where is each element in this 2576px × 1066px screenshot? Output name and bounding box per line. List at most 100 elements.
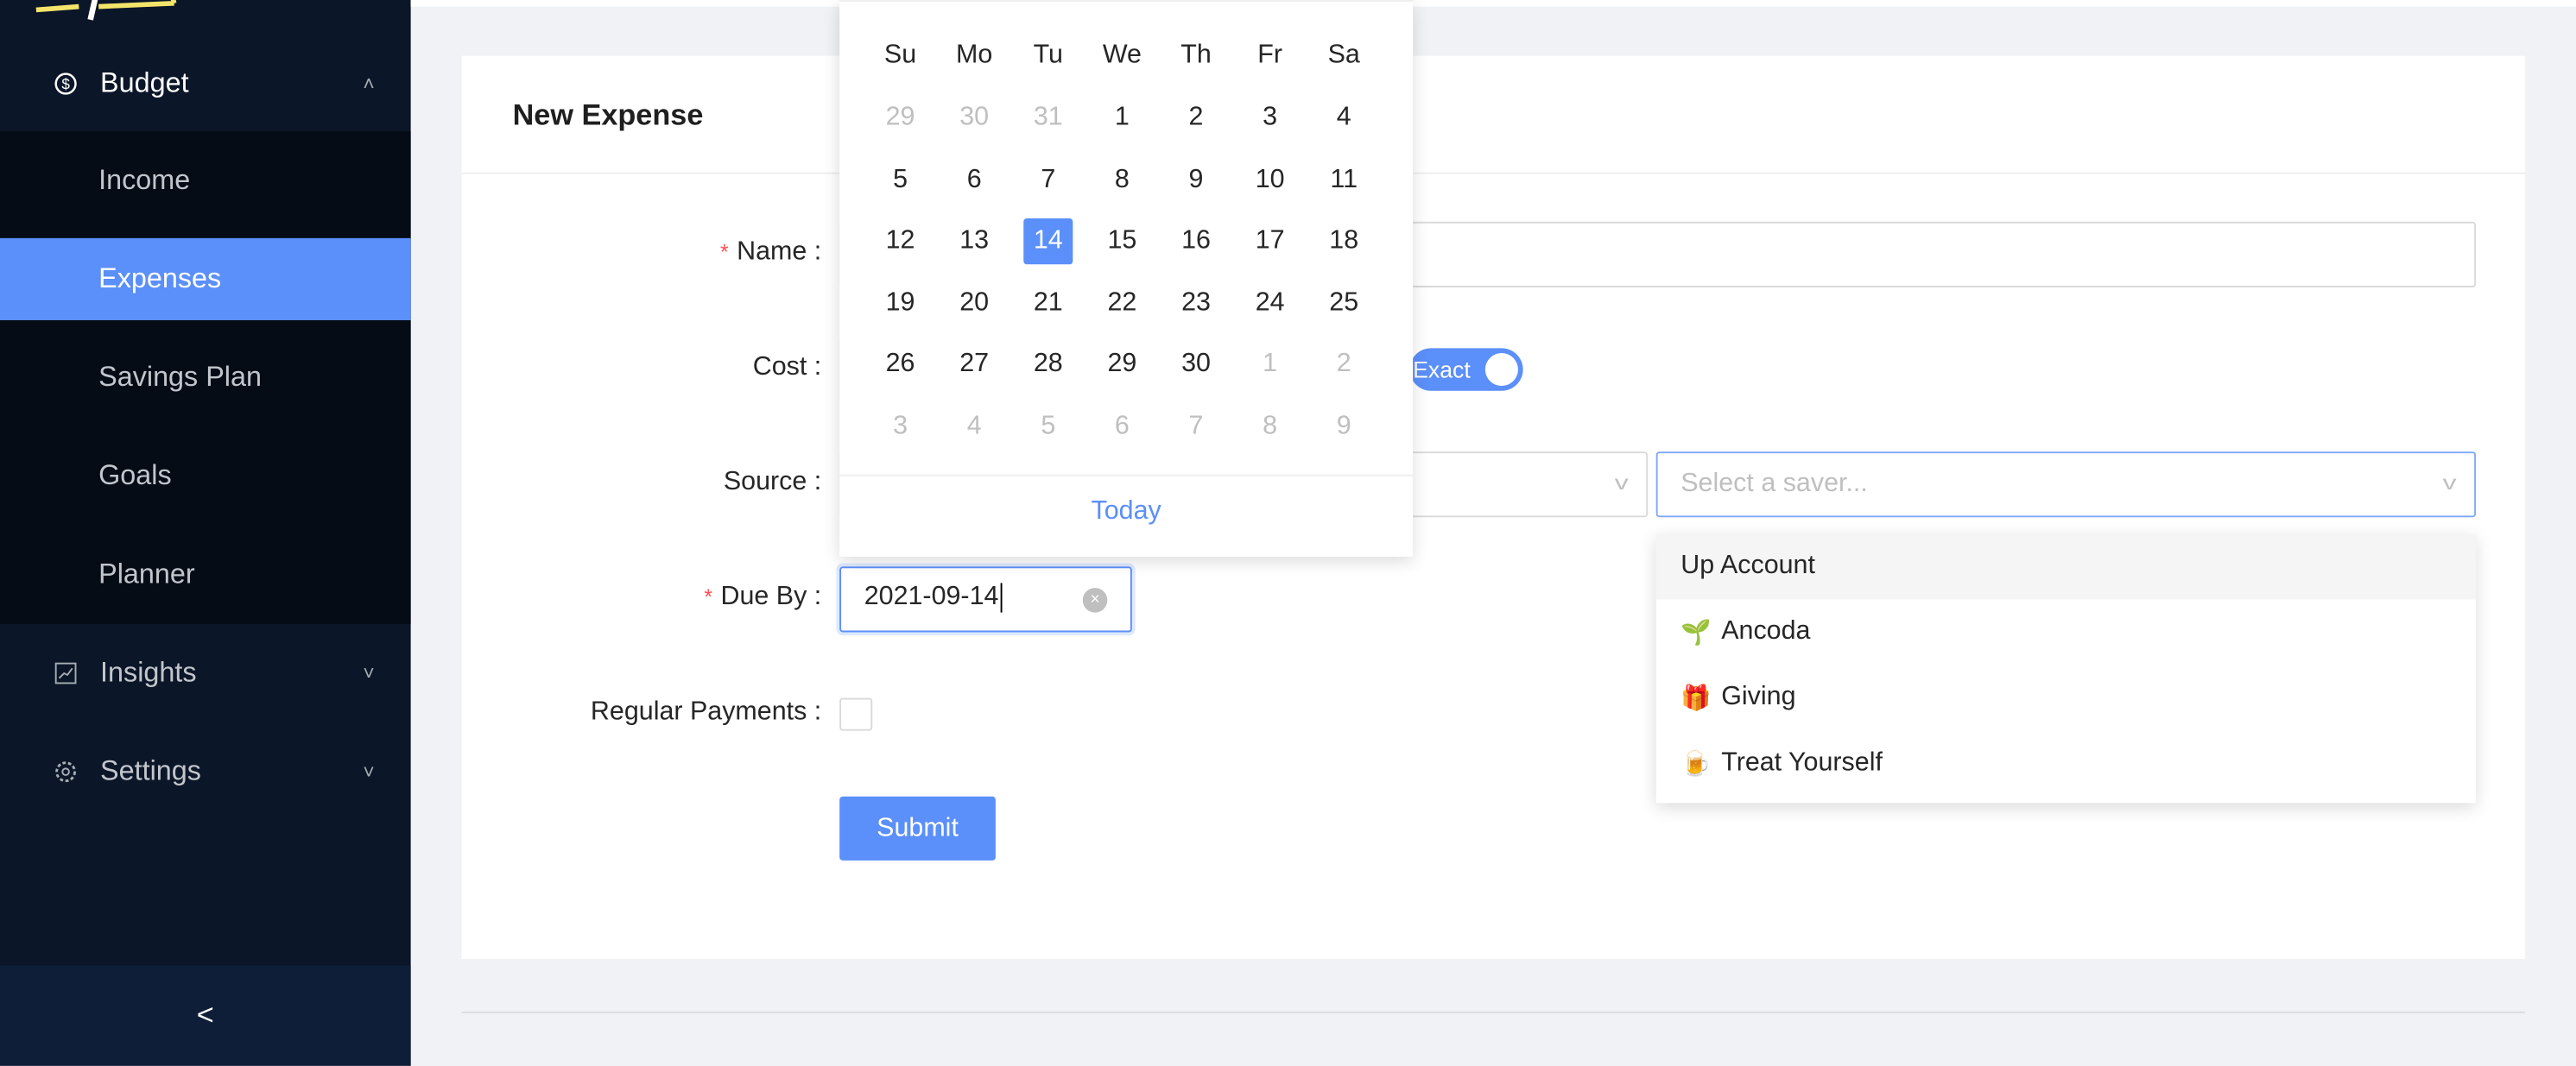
calendar-day[interactable]: 10	[1245, 158, 1294, 204]
calendar-day[interactable]: 15	[1098, 218, 1147, 264]
sidebar-item-label: Income	[98, 164, 191, 196]
page-title: New Expense	[512, 98, 704, 132]
calendar-day[interactable]: 17	[1245, 218, 1294, 264]
calendar-day[interactable]: 13	[950, 218, 999, 264]
chevron-down-icon: ˅	[363, 760, 375, 784]
calendar-day[interactable]: 7	[1023, 158, 1073, 204]
calendar-day[interactable]: 30	[1171, 342, 1220, 388]
chevron-up-icon: ˄	[363, 72, 375, 96]
divider	[461, 172, 2526, 174]
calendar-day[interactable]: 31	[1023, 95, 1073, 141]
calendar-day[interactable]: 9	[1171, 158, 1220, 204]
due-by-value: 2021-09-14	[864, 583, 1003, 613]
sidebar-item-savings-plan[interactable]: Savings Plan	[0, 337, 411, 419]
calendar-day[interactable]: 6	[950, 158, 999, 204]
gear-icon	[53, 759, 79, 785]
calendar-day[interactable]: 20	[950, 281, 999, 326]
insights-label: Insights	[100, 657, 197, 689]
sidebar-item-income[interactable]: Income	[0, 140, 411, 222]
calendar-day[interactable]: 7	[1171, 404, 1220, 450]
cost-label: Cost :	[752, 353, 822, 382]
calendar-day[interactable]: 3	[1245, 95, 1294, 141]
calendar-day[interactable]: 18	[1320, 218, 1369, 264]
calendar-day[interactable]: 14	[1023, 218, 1073, 265]
sidebar-item-label: Expenses	[98, 262, 222, 294]
svg-text:$: $	[61, 77, 70, 93]
calendar-day[interactable]: 4	[1320, 95, 1369, 141]
calendar-day[interactable]: 27	[950, 342, 999, 388]
sidebar-item-label: Goals	[98, 459, 172, 491]
weekday-header: Mo	[956, 41, 993, 69]
sidebar-menu-budget[interactable]: $ Budget ˄	[0, 38, 411, 130]
calendar-day[interactable]: 30	[950, 95, 999, 141]
calendar-day[interactable]: 29	[1098, 342, 1147, 388]
gift-icon: 🎁	[1680, 684, 1712, 713]
divider	[461, 1011, 2526, 1013]
saver-option-ancoda[interactable]: 🌱 Ancoda	[1656, 599, 2476, 665]
budget-label: Budget	[100, 67, 189, 99]
calendar-day[interactable]: 24	[1245, 281, 1294, 326]
calendar-day[interactable]: 1	[1098, 95, 1147, 141]
calendar-day[interactable]: 9	[1320, 404, 1369, 450]
calendar-day[interactable]: 4	[950, 404, 999, 450]
calendar-day[interactable]: 23	[1171, 281, 1220, 326]
chevron-down-icon: v	[1614, 471, 1629, 495]
settings-label: Settings	[100, 755, 201, 787]
sidebar-menu-settings[interactable]: Settings ˅	[0, 726, 411, 818]
saver-select[interactable]: Select a saver... v	[1655, 451, 2477, 518]
calendar-day[interactable]: 19	[876, 281, 925, 326]
sidebar-item-planner[interactable]: Planner	[0, 533, 411, 615]
calendar-day[interactable]: 21	[1023, 281, 1073, 326]
calendar-day[interactable]: 5	[1023, 404, 1073, 450]
calendar-day[interactable]: 28	[1023, 342, 1073, 388]
chevron-down-icon: ˅	[363, 661, 375, 685]
source-label: Source :	[723, 468, 822, 496]
calendar-day[interactable]: 29	[876, 95, 925, 141]
dollar-circle-icon: $	[53, 71, 79, 97]
regular-payments-checkbox[interactable]	[839, 697, 873, 731]
saver-dropdown: Up Account 🌱 Ancoda 🎁 Giving 🍺 Treat Yourse…	[1655, 533, 2477, 804]
name-label: * Name :	[719, 237, 822, 267]
calendar-day[interactable]: 2	[1320, 342, 1369, 388]
calendar-day[interactable]: 8	[1245, 404, 1294, 450]
clear-icon[interactable]: ×	[1082, 588, 1108, 613]
calendar-day[interactable]: 12	[876, 218, 925, 264]
weekday-header: Tu	[1033, 41, 1063, 69]
sidebar-item-goals[interactable]: Goals	[0, 435, 411, 517]
top-header	[410, 0, 2576, 7]
calendar-day[interactable]: 1	[1245, 342, 1294, 388]
weekday-header: We	[1102, 41, 1142, 69]
saver-option-giving[interactable]: 🎁 Giving	[1656, 665, 2476, 731]
weekday-header: Sa	[1327, 41, 1360, 69]
calendar-day[interactable]: 25	[1320, 281, 1369, 326]
date-picker-popup: Today Su Mo Tu We Th Fr Sa 29 30 31 1 2 3 4 5 6 7 8 9 10 11 1…	[839, 0, 1414, 557]
exact-toggle[interactable]: Exact	[1409, 348, 1523, 391]
submit-button[interactable]: Submit	[839, 796, 996, 861]
calendar-day[interactable]: 2	[1171, 95, 1220, 141]
chevron-left-icon: <	[196, 998, 214, 1031]
calendar-day[interactable]: 3	[876, 404, 925, 450]
calendar-day[interactable]: 26	[876, 342, 925, 388]
due-by-input[interactable]: 2021-09-14 ×	[839, 566, 1132, 633]
today-button[interactable]: Today	[839, 497, 1413, 527]
weekday-header: Su	[883, 41, 917, 69]
logo	[35, 0, 177, 21]
calendar-day[interactable]: 11	[1320, 158, 1369, 204]
seedling-icon: 🌱	[1680, 619, 1712, 647]
budget-submenu: Income Expenses Savings Plan Goals Plann…	[0, 131, 411, 624]
calendar-day[interactable]: 16	[1171, 218, 1220, 264]
collapse-sidebar-button[interactable]: <	[0, 965, 411, 1066]
chevron-down-icon: v	[2442, 471, 2457, 495]
calendar-day[interactable]: 8	[1098, 158, 1147, 204]
saver-option-up-account[interactable]: Up Account	[1655, 533, 2477, 600]
sidebar-item-label: Savings Plan	[98, 361, 262, 393]
calendar-day[interactable]: 6	[1098, 404, 1147, 450]
sidebar-item-expenses[interactable]: Expenses	[0, 237, 411, 320]
calendar-day[interactable]: 22	[1098, 281, 1147, 326]
calendar-day[interactable]: 5	[876, 158, 925, 204]
beer-icon: 🍺	[1680, 750, 1712, 779]
sidebar-menu-insights[interactable]: Insights ˅	[0, 628, 411, 720]
saver-option-treat-yourself[interactable]: 🍺 Treat Yourself	[1656, 731, 2476, 797]
line-chart-icon	[53, 660, 79, 686]
weekday-header: Fr	[1257, 41, 1282, 69]
